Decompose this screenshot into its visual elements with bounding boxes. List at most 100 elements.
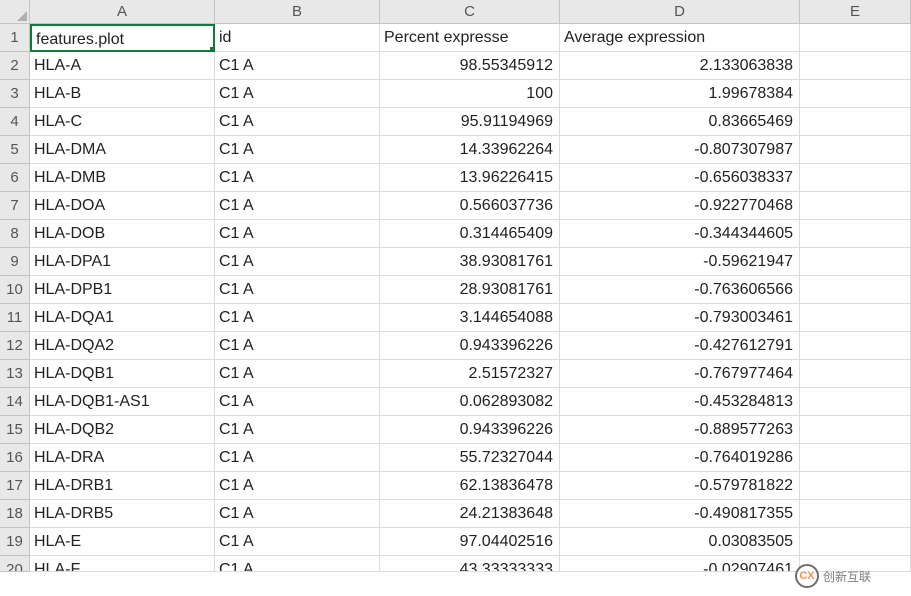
cell-A13[interactable]: HLA-DQB1 <box>30 360 215 388</box>
cell-A15[interactable]: HLA-DQB2 <box>30 416 215 444</box>
cell-A6[interactable]: HLA-DMB <box>30 164 215 192</box>
cell-C20[interactable]: 43.33333333 <box>380 556 560 572</box>
cell-B6[interactable]: C1 A <box>215 164 380 192</box>
cell-B2[interactable]: C1 A <box>215 52 380 80</box>
row-header[interactable]: 7 <box>0 192 30 220</box>
col-header-D[interactable]: D <box>560 0 800 24</box>
cell-E11[interactable] <box>800 304 911 332</box>
cell-D20[interactable]: -0.02907461 <box>560 556 800 572</box>
cell-E13[interactable] <box>800 360 911 388</box>
cell-E10[interactable] <box>800 276 911 304</box>
cell-B8[interactable]: C1 A <box>215 220 380 248</box>
row-header[interactable]: 10 <box>0 276 30 304</box>
cell-D10[interactable]: -0.763606566 <box>560 276 800 304</box>
cell-D19[interactable]: 0.03083505 <box>560 528 800 556</box>
row-header[interactable]: 14 <box>0 388 30 416</box>
cell-C4[interactable]: 95.91194969 <box>380 108 560 136</box>
cell-B3[interactable]: C1 A <box>215 80 380 108</box>
cell-D5[interactable]: -0.807307987 <box>560 136 800 164</box>
cell-A12[interactable]: HLA-DQA2 <box>30 332 215 360</box>
cell-D7[interactable]: -0.922770468 <box>560 192 800 220</box>
cell-B7[interactable]: C1 A <box>215 192 380 220</box>
cell-B10[interactable]: C1 A <box>215 276 380 304</box>
cell-B16[interactable]: C1 A <box>215 444 380 472</box>
cell-C6[interactable]: 13.96226415 <box>380 164 560 192</box>
cell-E4[interactable] <box>800 108 911 136</box>
cell-D14[interactable]: -0.453284813 <box>560 388 800 416</box>
cell-C19[interactable]: 97.04402516 <box>380 528 560 556</box>
cell-E6[interactable] <box>800 164 911 192</box>
cell-D13[interactable]: -0.767977464 <box>560 360 800 388</box>
row-header[interactable]: 13 <box>0 360 30 388</box>
cell-B17[interactable]: C1 A <box>215 472 380 500</box>
cell-D11[interactable]: -0.793003461 <box>560 304 800 332</box>
col-header-C[interactable]: C <box>380 0 560 24</box>
cell-C12[interactable]: 0.943396226 <box>380 332 560 360</box>
cell-A4[interactable]: HLA-C <box>30 108 215 136</box>
row-header[interactable]: 3 <box>0 80 30 108</box>
row-header[interactable]: 18 <box>0 500 30 528</box>
cell-A2[interactable]: HLA-A <box>30 52 215 80</box>
cell-C17[interactable]: 62.13836478 <box>380 472 560 500</box>
row-header[interactable]: 5 <box>0 136 30 164</box>
cell-C1[interactable]: Percent expresse <box>380 24 560 52</box>
cell-C3[interactable]: 100 <box>380 80 560 108</box>
cell-A3[interactable]: HLA-B <box>30 80 215 108</box>
cell-A19[interactable]: HLA-E <box>30 528 215 556</box>
cell-C5[interactable]: 14.33962264 <box>380 136 560 164</box>
cell-C2[interactable]: 98.55345912 <box>380 52 560 80</box>
cell-B9[interactable]: C1 A <box>215 248 380 276</box>
cell-D9[interactable]: -0.59621947 <box>560 248 800 276</box>
cell-C13[interactable]: 2.51572327 <box>380 360 560 388</box>
cell-E14[interactable] <box>800 388 911 416</box>
cell-E7[interactable] <box>800 192 911 220</box>
row-header[interactable]: 12 <box>0 332 30 360</box>
row-header[interactable]: 1 <box>0 24 30 52</box>
cell-C7[interactable]: 0.566037736 <box>380 192 560 220</box>
col-header-B[interactable]: B <box>215 0 380 24</box>
cell-B18[interactable]: C1 A <box>215 500 380 528</box>
cell-C8[interactable]: 0.314465409 <box>380 220 560 248</box>
cell-A17[interactable]: HLA-DRB1 <box>30 472 215 500</box>
cell-A11[interactable]: HLA-DQA1 <box>30 304 215 332</box>
cell-B13[interactable]: C1 A <box>215 360 380 388</box>
row-header[interactable]: 19 <box>0 528 30 556</box>
row-header[interactable]: 8 <box>0 220 30 248</box>
cell-A5[interactable]: HLA-DMA <box>30 136 215 164</box>
cell-E8[interactable] <box>800 220 911 248</box>
col-header-A[interactable]: A <box>30 0 215 24</box>
cell-C10[interactable]: 28.93081761 <box>380 276 560 304</box>
cell-C9[interactable]: 38.93081761 <box>380 248 560 276</box>
row-header[interactable]: 20 <box>0 556 30 572</box>
cell-D16[interactable]: -0.764019286 <box>560 444 800 472</box>
cell-E16[interactable] <box>800 444 911 472</box>
row-header[interactable]: 2 <box>0 52 30 80</box>
cell-D3[interactable]: 1.99678384 <box>560 80 800 108</box>
cell-E3[interactable] <box>800 80 911 108</box>
cell-A7[interactable]: HLA-DOA <box>30 192 215 220</box>
cell-B14[interactable]: C1 A <box>215 388 380 416</box>
row-header[interactable]: 4 <box>0 108 30 136</box>
cell-C11[interactable]: 3.144654088 <box>380 304 560 332</box>
cell-E2[interactable] <box>800 52 911 80</box>
cell-A10[interactable]: HLA-DPB1 <box>30 276 215 304</box>
cell-E15[interactable] <box>800 416 911 444</box>
spreadsheet-grid[interactable]: A B C D E 1 features.plot id Percent exp… <box>0 0 911 572</box>
row-header[interactable]: 16 <box>0 444 30 472</box>
cell-E1[interactable] <box>800 24 911 52</box>
cell-A8[interactable]: HLA-DOB <box>30 220 215 248</box>
row-header[interactable]: 11 <box>0 304 30 332</box>
cell-B15[interactable]: C1 A <box>215 416 380 444</box>
cell-B4[interactable]: C1 A <box>215 108 380 136</box>
cell-A18[interactable]: HLA-DRB5 <box>30 500 215 528</box>
cell-E9[interactable] <box>800 248 911 276</box>
cell-B20[interactable]: C1 A <box>215 556 380 572</box>
cell-B1[interactable]: id <box>215 24 380 52</box>
cell-D15[interactable]: -0.889577263 <box>560 416 800 444</box>
cell-E12[interactable] <box>800 332 911 360</box>
cell-A16[interactable]: HLA-DRA <box>30 444 215 472</box>
cell-D1[interactable]: Average expression <box>560 24 800 52</box>
cell-A14[interactable]: HLA-DQB1-AS1 <box>30 388 215 416</box>
row-header[interactable]: 15 <box>0 416 30 444</box>
cell-D8[interactable]: -0.344344605 <box>560 220 800 248</box>
